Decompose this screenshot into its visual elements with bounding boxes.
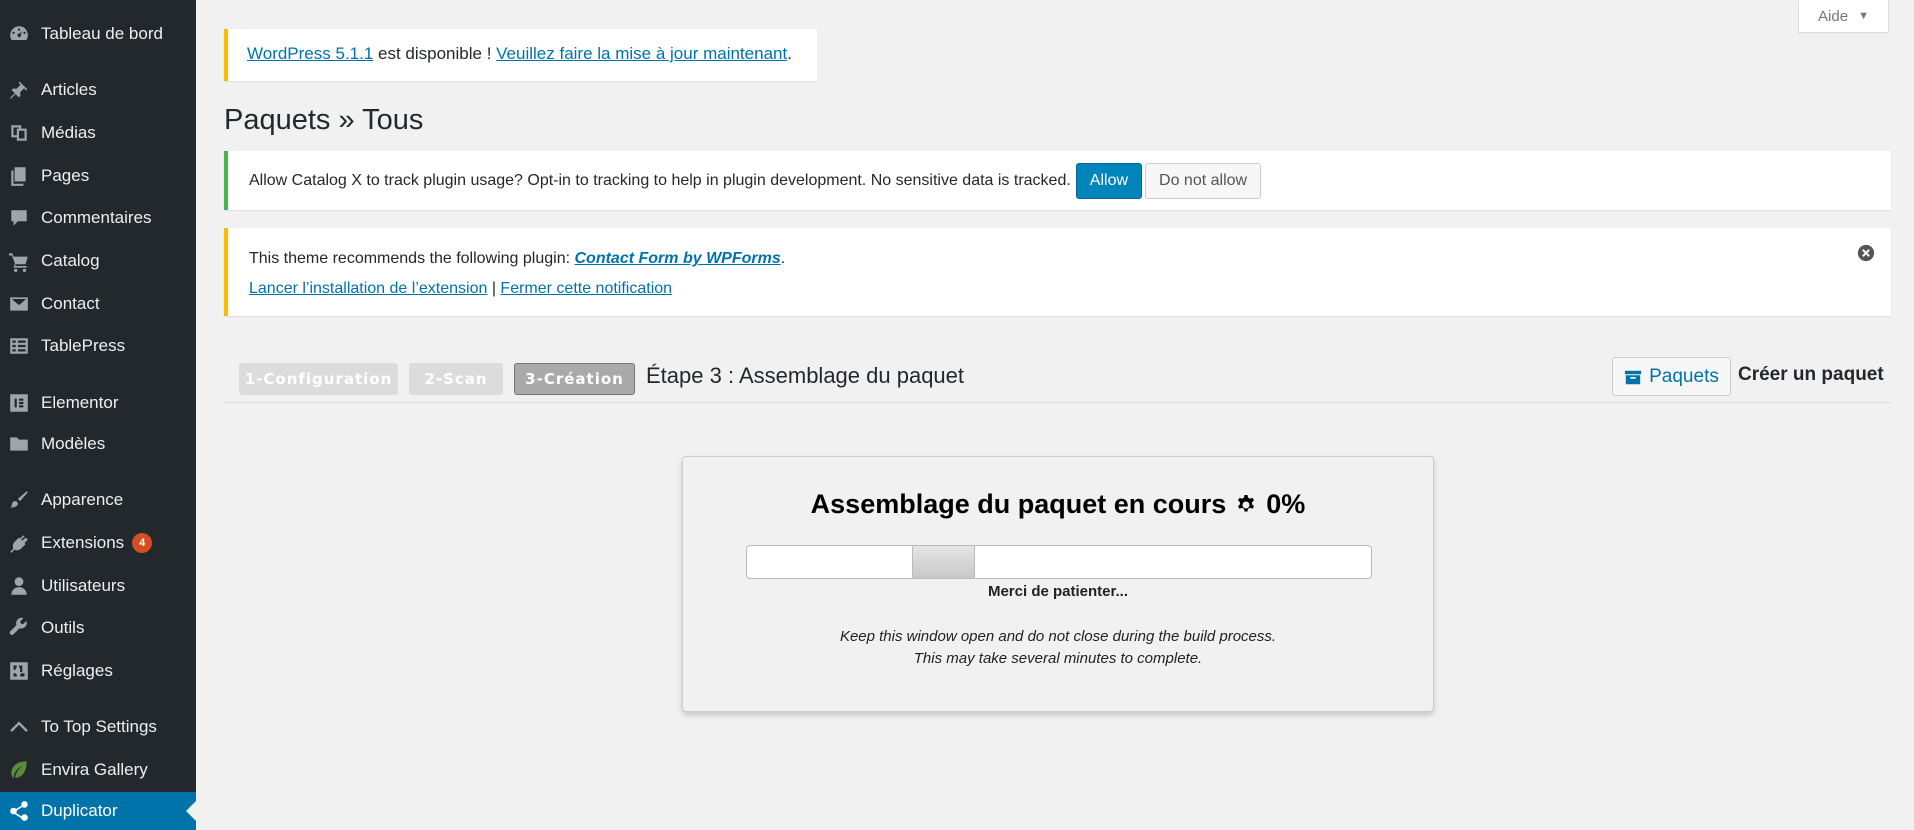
wordpress-version-link[interactable]: WordPress 5.1.1 [247, 44, 373, 63]
pushpin-icon [6, 77, 32, 103]
menu-label: Contact [41, 294, 100, 313]
user-icon [6, 573, 32, 599]
admin-sidebar: Tableau de bord Articles Médias Pages Co… [0, 0, 196, 830]
create-package-link[interactable]: Créer un paquet [1738, 364, 1884, 386]
menu-item-apparence[interactable]: Apparence [0, 480, 196, 520]
menu-item-contact[interactable]: Contact [0, 284, 196, 324]
page-title: Paquets » Tous [224, 104, 424, 136]
dismiss-notice-link[interactable]: Fermer cette notification [500, 280, 672, 297]
menu-label: Duplicator [41, 801, 118, 820]
plugin-icon [6, 530, 32, 556]
menu-label: Extensions [41, 533, 125, 552]
menu-item-medias[interactable]: Médias [0, 113, 196, 153]
theme-notice-text: This theme recommends the following plug… [249, 250, 575, 267]
menu-item-catalog[interactable]: Catalog [0, 241, 196, 281]
keep-open-hint: Keep this window open and do not close d… [839, 628, 1277, 645]
deny-tracking-button[interactable]: Do not allow [1145, 162, 1262, 199]
update-now-link[interactable]: Veuillez faire la mise à jour maintenant [496, 44, 787, 63]
wrench-icon [6, 615, 32, 641]
menu-item-reglages[interactable]: Réglages [0, 651, 196, 691]
menu-label: Utilisateurs [41, 576, 126, 595]
progress-bar [746, 545, 1372, 579]
menu-item-pages[interactable]: Pages [0, 156, 196, 196]
update-notice: WordPress 5.1.1 est disponible ! Veuille… [224, 29, 817, 81]
menu-label: Pages [41, 166, 90, 185]
theme-notice-actions: Lancer l’installation de l’extension | F… [249, 280, 1870, 298]
menu-item-commentaires[interactable]: Commentaires [0, 198, 196, 238]
menu-label: Articles [41, 80, 97, 99]
divider [224, 402, 1891, 403]
update-count-badge: 4 [132, 533, 153, 553]
chevron-up-icon [6, 714, 32, 740]
install-plugin-link[interactable]: Lancer l’installation de l’extension [249, 280, 487, 297]
menu-label: Médias [41, 123, 96, 142]
menu-item-dashboard[interactable]: Tableau de bord [0, 14, 196, 54]
envelope-icon [6, 291, 32, 317]
menu-item-articles[interactable]: Articles [0, 70, 196, 110]
step-configuration: 1-Configuration [239, 363, 398, 395]
tracking-notice: Allow Catalog X to track plugin usage? O… [224, 151, 1891, 210]
dashboard-icon [6, 21, 32, 47]
menu-label: Outils [41, 618, 85, 637]
update-notice-end: . [787, 44, 792, 63]
menu-item-duplicator[interactable]: Duplicator [0, 792, 196, 830]
tracking-notice-text: Allow Catalog X to track plugin usage? O… [249, 171, 1071, 189]
step-scan: 2-Scan [409, 363, 503, 395]
archive-icon [1625, 370, 1642, 384]
packages-button[interactable]: Paquets [1612, 357, 1731, 396]
duration-hint: This may take several minutes to complet… [913, 650, 1203, 667]
plugin-link[interactable]: Contact Form by WPForms [575, 250, 781, 267]
progress-title: Assemblage du paquet en cours 0% [683, 489, 1433, 520]
build-progress-panel: Assemblage du paquet en cours 0% Merci d… [682, 456, 1434, 712]
menu-item-modeles[interactable]: Modèles [0, 424, 196, 464]
menu-label: Commentaires [41, 208, 152, 227]
menu-label: Modèles [41, 434, 106, 453]
elementor-icon [6, 390, 32, 416]
menu-item-envira-gallery[interactable]: Envira Gallery [0, 750, 196, 790]
step-creation: 3-Création [514, 363, 635, 395]
folder-icon [6, 431, 32, 457]
step-description: Étape 3 : Assemblage du paquet [646, 363, 965, 388]
actions-separator: | [487, 280, 501, 297]
share-icon [6, 798, 32, 824]
cart-icon [6, 248, 32, 274]
allow-tracking-button[interactable]: Allow [1075, 162, 1143, 199]
menu-item-utilisateurs[interactable]: Utilisateurs [0, 566, 196, 606]
theme-notice-row: This theme recommends the following plug… [249, 250, 1870, 268]
menu-label: Elementor [41, 393, 119, 412]
menu-label: TablePress [41, 336, 126, 355]
progress-indicator [912, 546, 975, 578]
wait-message: Merci de patienter... [987, 583, 1129, 600]
media-icon [6, 120, 32, 146]
theme-plugin-notice: This theme recommends the following plug… [224, 228, 1891, 316]
settings-icon [6, 658, 32, 684]
menu-label: Tableau de bord [41, 24, 163, 43]
menu-label: Catalog [41, 251, 100, 270]
menu-label: Réglages [41, 661, 113, 680]
menu-item-extensions[interactable]: Extensions 4 [0, 523, 196, 563]
menu-label: Apparence [41, 490, 124, 509]
packages-label: Paquets [1649, 365, 1719, 387]
menu-item-outils[interactable]: Outils [0, 608, 196, 648]
comment-icon [6, 205, 32, 231]
menu-item-tablepress[interactable]: TablePress [0, 326, 196, 366]
triangle-down-icon: ▼ [1858, 10, 1869, 22]
menu-label: To Top Settings [41, 717, 157, 736]
leaf-icon [6, 757, 32, 783]
progress-percent: 0% [1266, 489, 1306, 519]
theme-notice-period: . [780, 250, 786, 267]
menu-item-elementor[interactable]: Elementor [0, 383, 196, 423]
progress-title-text: Assemblage du paquet en cours [810, 489, 1227, 519]
help-label: Aide [1818, 7, 1849, 25]
help-tab-button[interactable]: Aide ▼ [1798, 0, 1889, 33]
table-icon [6, 333, 32, 359]
close-icon[interactable] [1857, 244, 1875, 262]
menu-item-to-top-settings[interactable]: To Top Settings [0, 707, 196, 747]
update-notice-text: est disponible ! [373, 44, 497, 63]
pages-icon [6, 163, 32, 189]
paintbrush-icon [6, 487, 32, 513]
gear-icon [1238, 494, 1255, 511]
menu-label: Envira Gallery [41, 760, 148, 779]
